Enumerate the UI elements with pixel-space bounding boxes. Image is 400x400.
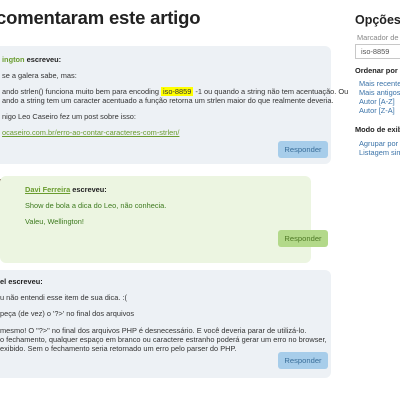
comment-text-line: Show de bola a dica do Leo, não conhecia… (25, 201, 167, 210)
comment-text-line: ando a string tem um caracter acentuado … (2, 96, 334, 105)
order-option-author-desc[interactable]: Autor [Z-A] (359, 106, 395, 115)
comment-text-segment: -1 ou quando a string não tem acentuação… (193, 87, 349, 96)
order-option-author-asc[interactable]: Autor [A-Z] (359, 97, 395, 106)
comment-link[interactable]: ocaseiro.com.br/erro-ao-contar-caractere… (2, 128, 179, 138)
sidebar-title: Opções (355, 13, 400, 27)
comment-author-line: Davi Ferreira escreveu: (25, 185, 107, 195)
comment-card-1: ington escreveu: se a galera sabe, mas: … (0, 46, 348, 164)
comment-text-segment: ando strlen() funciona muito bem para en… (2, 87, 161, 96)
page-heading: comentaram este artigo (0, 7, 201, 28)
display-option-list[interactable]: Listagem sim (359, 148, 400, 157)
comment-author-name[interactable]: Davi Ferreira (25, 185, 70, 194)
comment-author-suffix: escreveu: (24, 55, 62, 64)
comment-text-line: se a galera sabe, mas: (2, 71, 77, 80)
display-option-group[interactable]: Agrupar por (359, 139, 398, 148)
comment-text-line: Valeu, Wellington! (25, 217, 84, 226)
comment-card-3: el escreveu: u não entendi esse item de … (0, 270, 331, 378)
options-sidebar: Opções Marcador de te Ordenar por Mais r… (355, 0, 400, 400)
comment-text-line: u não entendi esse item de sua dica. :( (0, 293, 127, 302)
comment-author-line: el escreveu: (0, 277, 43, 286)
marker-label: Marcador de te (357, 33, 400, 42)
comment-author-name[interactable]: ington (2, 55, 25, 64)
comment-text-line: exibido. Sem o fechamento seria retornad… (0, 344, 237, 353)
marker-search-input[interactable] (355, 44, 400, 59)
order-section-label: Ordenar por (355, 66, 398, 75)
comment-card-2: Davi Ferreira escreveu: Show de bola a d… (0, 176, 328, 263)
reply-button[interactable]: Responder (278, 352, 328, 369)
comment-author-suffix: escreveu: (70, 185, 107, 194)
reply-button[interactable]: Responder (278, 141, 328, 158)
comment-text-line: peça (de vez) o '?>' no final dos arquiv… (0, 309, 135, 318)
comment-text-line: nigo Leo Caseiro fez um post sobre isso: (2, 112, 136, 121)
comment-author-line: ington escreveu: (2, 55, 61, 65)
search-highlight: iso-8859 (161, 87, 194, 96)
reply-button[interactable]: Responder (278, 230, 328, 247)
order-option-newest[interactable]: Mais recente (359, 79, 400, 88)
order-option-oldest[interactable]: Mais antigos (359, 88, 400, 97)
display-section-label: Modo de exib (355, 125, 400, 134)
